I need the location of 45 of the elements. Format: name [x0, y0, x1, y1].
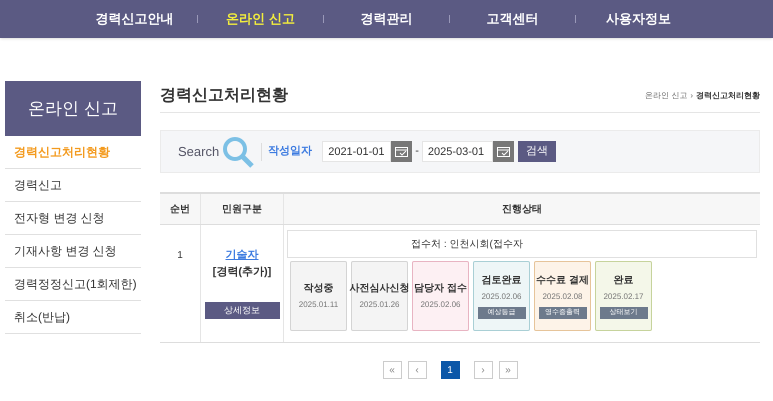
nav-link[interactable]: 경력신고안내: [72, 9, 197, 29]
date-field[interactable]: 2021-01-01: [322, 141, 392, 162]
stage-date: 2025.02.06: [420, 299, 461, 311]
page-title: 경력신고처리현황: [160, 86, 288, 106]
stage-name: 완료: [614, 274, 634, 288]
stage-date: 2025.02.06: [481, 291, 522, 303]
stage-name: 수수료 결제: [536, 274, 589, 288]
date-label: 작성일자: [268, 144, 312, 160]
stage-date: 2025.02.17: [603, 291, 644, 303]
office-text: 접수처 : 인천시회(접수자: [411, 238, 523, 252]
date-field[interactable]: 2025-03-01: [422, 141, 493, 162]
stage-date: 2025.01.26: [359, 299, 400, 311]
calendar-icon[interactable]: [391, 141, 412, 162]
sidebar-item[interactable]: 전자형 변경 신청: [5, 202, 141, 235]
nav-link[interactable]: 사용자정보: [576, 9, 701, 29]
search-icon: [221, 136, 256, 168]
nav-link[interactable]: 고객센터: [450, 9, 575, 29]
stage-name: 작성중: [304, 282, 334, 296]
sidebar-item[interactable]: 기재사항 변경 신청: [5, 235, 141, 268]
column-header: 민원구분: [201, 194, 284, 224]
type-detail: [경력(추가)]: [212, 264, 272, 280]
stage-date: 2025.01.11: [298, 299, 338, 311]
date-separator: -: [415, 144, 419, 160]
search-label: Search: [178, 142, 220, 161]
breadcrumb-current: 경력신고처리현황: [696, 90, 760, 102]
breadcrumb-separator: ›: [690, 90, 693, 102]
nav-link[interactable]: 온라인 신고: [198, 9, 323, 29]
stage-name: 담당자 접수: [414, 282, 467, 296]
column-header: 진행상태: [501, 202, 543, 216]
page-button[interactable]: 1: [440, 361, 460, 379]
stage-name: 사전심사신청: [350, 282, 410, 296]
table-cell-text: 1: [177, 249, 183, 263]
type-link[interactable]: 기술자: [226, 247, 258, 264]
stage-date: 2025.02.08: [542, 291, 583, 303]
nav-link[interactable]: 경력관리: [324, 9, 449, 29]
sidebar-item[interactable]: 경력정정신고(1회제한): [5, 268, 141, 301]
calendar-icon[interactable]: [492, 141, 514, 162]
sidebar-item[interactable]: 취소(반납): [5, 301, 141, 334]
detail-button[interactable]: 상세정보: [204, 302, 280, 319]
stage-name: 검토완료: [482, 274, 522, 288]
search-button[interactable]: 검색: [518, 141, 556, 162]
column-header: 순번: [160, 194, 201, 224]
sidebar-header: 온라인 신고: [5, 81, 141, 136]
breadcrumb-link[interactable]: 온라인 신고: [645, 90, 688, 102]
sidebar-item[interactable]: 경력신고: [5, 169, 141, 202]
